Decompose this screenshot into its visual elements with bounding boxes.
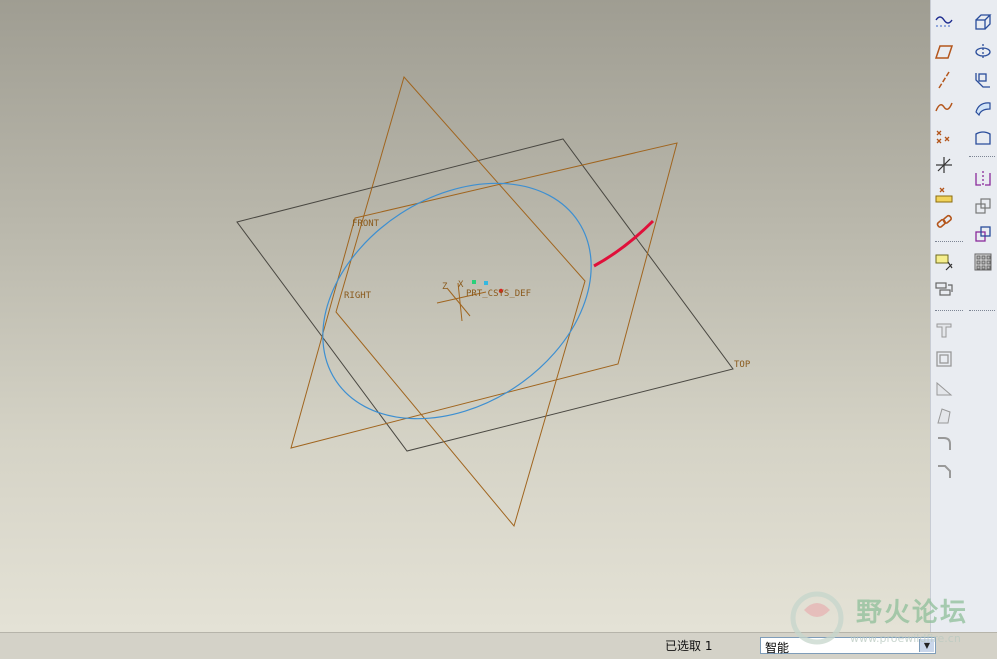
- datum-curve-icon[interactable]: [932, 95, 956, 119]
- front-plane-label: FRONT: [352, 219, 380, 229]
- right-datum-plane[interactable]: [335, 75, 586, 528]
- merge-icon[interactable]: [971, 222, 995, 246]
- boundary-icon[interactable]: [971, 126, 995, 150]
- coordinate-system-icon[interactable]: [932, 153, 956, 177]
- annotation-icon[interactable]: [932, 250, 956, 274]
- mirror-icon[interactable]: [971, 167, 995, 191]
- toolbar-separator: [969, 156, 995, 157]
- forum-watermark: 野火论坛 www.proewildfire.cn: [784, 588, 994, 650]
- rib-icon[interactable]: [932, 376, 956, 400]
- watermark-url: www.proewildfire.cn: [850, 632, 961, 645]
- toolbar-separator: [935, 310, 963, 311]
- datum-axis-icon[interactable]: [932, 68, 956, 92]
- analysis-feature-icon[interactable]: [932, 182, 956, 206]
- toolbar-separator: [935, 241, 963, 242]
- toolbar-separator: [969, 310, 995, 311]
- datum-point-icon[interactable]: [932, 124, 956, 148]
- chain-link-icon[interactable]: [932, 210, 956, 234]
- hole-icon[interactable]: [932, 318, 956, 342]
- csys-label: PRT_CSYS_DEF: [466, 289, 531, 299]
- top-plane-label: TOP: [734, 360, 751, 370]
- round-icon[interactable]: [932, 432, 956, 456]
- graphics-window[interactable]: Z X PRT_CSYS_DEF FRONT RIGHT TOP: [0, 0, 930, 632]
- selected-curve-highlight[interactable]: [593, 219, 655, 268]
- extrude-icon[interactable]: [971, 10, 995, 34]
- csys-axis-x-label: X: [458, 280, 464, 290]
- shell-icon[interactable]: [932, 347, 956, 371]
- view-manager-icon[interactable]: [932, 278, 956, 302]
- right-plane-label: RIGHT: [344, 291, 372, 301]
- right-feature-toolbar: [930, 0, 997, 632]
- csys-axis-z-label: Z: [442, 282, 448, 292]
- pattern-icon[interactable]: [971, 250, 995, 274]
- datum-curve-sketch-icon[interactable]: [932, 10, 956, 34]
- selection-count: 已选取 1: [665, 639, 713, 653]
- forum-logo-icon: [790, 591, 844, 645]
- model-canvas[interactable]: Z X PRT_CSYS_DEF FRONT RIGHT TOP: [0, 0, 930, 632]
- revolve-icon[interactable]: [971, 40, 995, 64]
- chamfer-icon[interactable]: [932, 460, 956, 484]
- copy-icon[interactable]: [971, 194, 995, 218]
- draft-icon[interactable]: [932, 404, 956, 428]
- blend-icon[interactable]: [971, 96, 995, 120]
- watermark-title: 野火论坛: [856, 598, 969, 628]
- datum-plane-icon[interactable]: [932, 40, 956, 64]
- sweep-icon[interactable]: [971, 68, 995, 92]
